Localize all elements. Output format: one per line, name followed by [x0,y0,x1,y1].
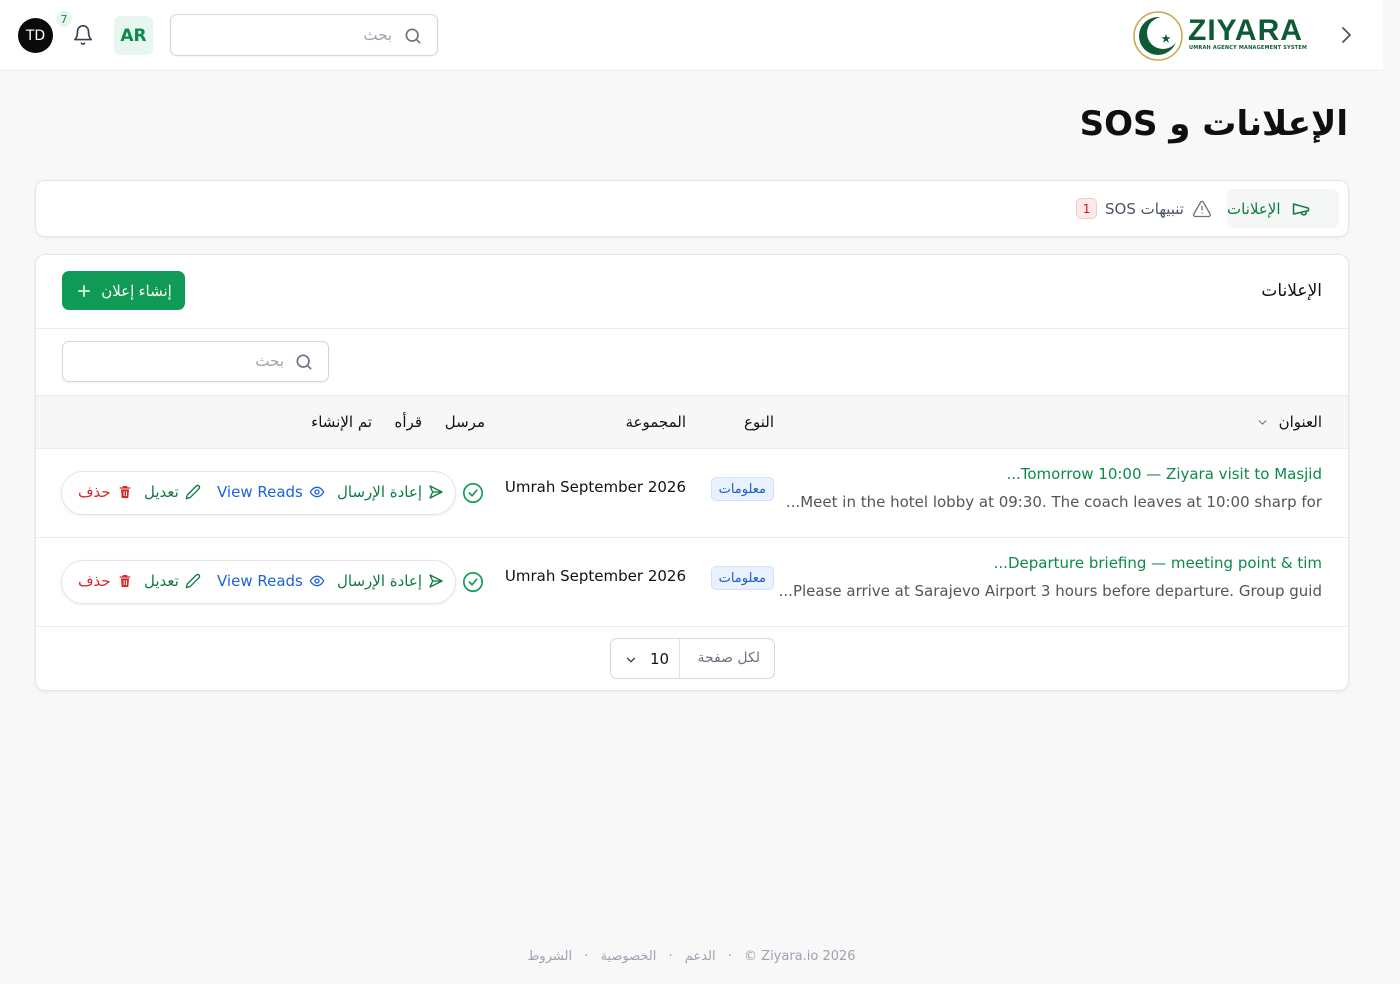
column-group-header: المجموعة [625,413,686,431]
crescent-logo-icon [1133,11,1183,61]
announcement-title[interactable]: Departure briefing — meeting point & tim… [994,554,1322,572]
trash-icon [119,575,131,587]
eye-icon [309,575,325,587]
tab-announcements[interactable]: الإعلانات [1227,189,1339,228]
announcement-snippet: Meet in the hotel lobby at 09:30. The co… [785,493,1322,511]
trash-icon [119,486,131,498]
divider [36,328,1348,329]
footer-terms-link[interactable]: الشروط [527,949,572,964]
logo-tagline: UMRAH AGENCY MANAGEMENT SYSTEM [1189,45,1308,51]
plus-icon [78,284,91,297]
column-reads-header: قرأه [394,413,422,431]
column-title-header[interactable]: العنوان [1256,413,1322,431]
search-icon [296,354,312,370]
tab-sos-label: تنبيهات SOS [1105,199,1184,218]
divider [679,639,680,678]
row-actions: حذف تعديل View Reads إعادة الإرسال [61,471,456,515]
card-title: الإعلانات [1261,281,1322,301]
chevron-down-icon [626,657,636,663]
announcements-card: الإعلانات إنشاء إعلان بحث العنوان النوع … [35,254,1349,691]
ziyara-logo[interactable]: ZIYARA UMRAH AGENCY MANAGEMENT SYSTEM [1132,10,1314,62]
column-sender-header: مرسل [444,413,485,431]
delete-button[interactable]: حذف [78,572,133,590]
edit-button[interactable]: تعديل [144,483,201,501]
user-avatar[interactable]: TD [18,18,53,53]
pencil-icon [185,573,200,589]
announcement-snippet: Please arrive at Sarajevo Airport 3 hour… [778,582,1322,600]
chevron-right-icon[interactable] [1337,25,1355,45]
footer-privacy-link[interactable]: الخصوصية [600,949,656,964]
sent-check-icon [463,483,483,503]
edit-label: تعديل [144,483,179,501]
footer: الدعم · الخصوصية · الشروط · © Ziyara.io … [0,949,1383,964]
per-page-label: لكل صفحة [697,650,760,666]
group-name: Umrah September 2026 [504,478,686,496]
type-badge: معلومات [710,477,774,501]
create-announcement-label: إنشاء إعلان [101,282,172,300]
edit-label: تعديل [144,572,179,590]
tab-sos-alerts[interactable]: تنبيهات SOS 1 [1076,189,1212,228]
column-type-header: النوع [744,413,774,431]
footer-support-link[interactable]: الدعم [685,949,716,964]
resend-label: إعادة الإرسال [337,483,422,501]
table-row: Tomorrow 10:00 — Ziyara visit to Masjid.… [36,449,1348,538]
delete-button[interactable]: حذف [78,483,133,501]
sos-count-badge: 1 [1076,198,1097,219]
search-icon [405,28,421,44]
send-icon [429,574,443,588]
resend-label: إعادة الإرسال [337,572,422,590]
announcement-title[interactable]: Tomorrow 10:00 — Ziyara visit to Masjid.… [1006,465,1322,483]
group-name: Umrah September 2026 [504,567,686,585]
megaphone-icon [1292,202,1309,216]
logo-wordmark: ZIYARA [1188,14,1303,47]
global-search-input[interactable]: بحث [170,14,438,56]
view-reads-label: View Reads [217,572,303,590]
delete-label: حذف [78,572,111,590]
notification-count-badge: 7 [56,11,72,27]
send-icon [429,485,443,499]
create-announcement-button[interactable]: إنشاء إعلان [62,271,185,310]
view-reads-button[interactable]: View Reads [217,572,325,590]
tabs-bar: الإعلانات تنبيهات SOS 1 [35,180,1349,237]
table-search-input[interactable]: بحث [62,341,329,382]
type-badge: معلومات [710,566,774,590]
tab-announcements-label: الإعلانات [1227,199,1281,218]
view-reads-label: View Reads [217,483,303,501]
footer-separator: · [584,949,589,964]
column-created-header: تم الإنشاء [311,413,372,431]
footer-separator: · [668,949,673,964]
footer-separator: · [727,949,732,964]
table-header: العنوان النوع المجموعة مرسل قرأه تم الإن… [36,395,1348,449]
search-placeholder: بحث [363,26,392,44]
chevron-down-icon [1258,419,1266,425]
eye-icon [309,486,325,498]
view-reads-button[interactable]: View Reads [217,483,325,501]
column-title-label: العنوان [1278,413,1322,431]
language-switch-button[interactable]: AR [114,16,153,55]
delete-label: حذف [78,483,111,501]
pencil-icon [185,484,200,500]
bell-icon[interactable] [72,24,94,46]
edit-button[interactable]: تعديل [144,572,201,590]
warning-icon [1192,200,1211,217]
per-page-value: 10 [650,650,670,668]
table-search-placeholder: بحث [255,352,284,370]
sent-check-icon [463,572,483,592]
footer-copyright: © Ziyara.io 2026 [744,949,856,964]
per-page-select[interactable]: لكل صفحة 10 [610,638,775,679]
resend-button[interactable]: إعادة الإرسال [337,572,444,590]
row-actions: حذف تعديل View Reads إعادة الإرسال [61,560,456,604]
page-title: الإعلانات و SOS [1079,104,1348,144]
top-bar: TD 7 AR بحث ZIYARA UMRAH AGENCY MANAGEME… [0,0,1383,71]
resend-button[interactable]: إعادة الإرسال [337,483,444,501]
table-row: Departure briefing — meeting point & tim… [36,538,1348,627]
